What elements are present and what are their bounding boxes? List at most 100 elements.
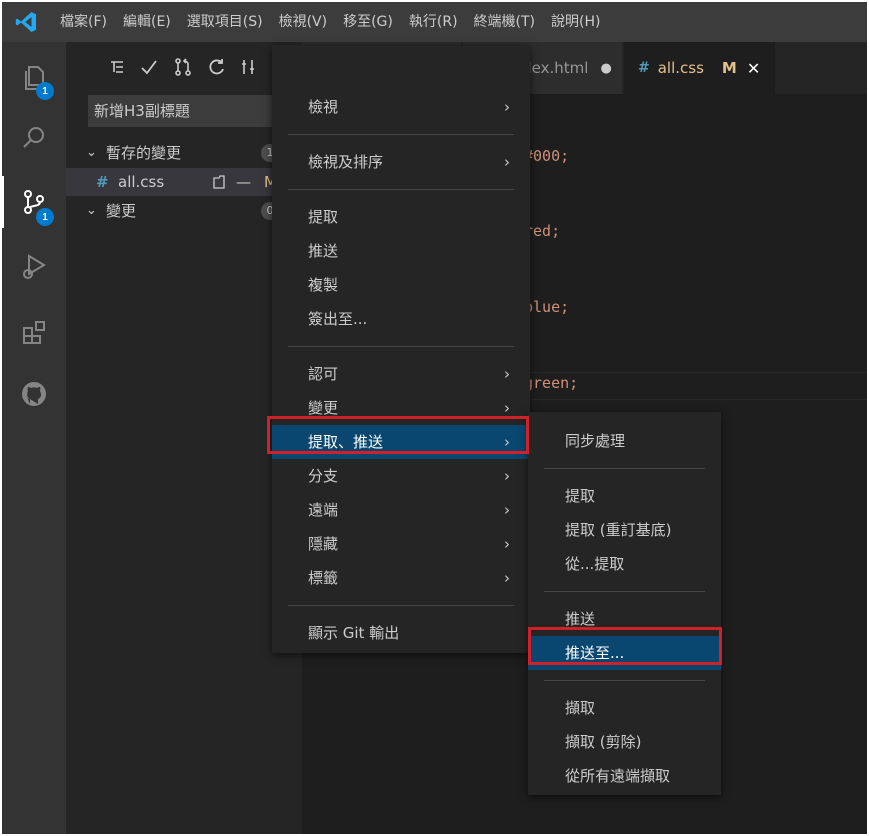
menu-item[interactable]: 提取 (528, 479, 721, 513)
chevron-right-icon: › (504, 569, 510, 587)
menu-item-label: 提取 (重訂基底) (565, 521, 672, 539)
menu-separator (544, 591, 705, 592)
menu-item[interactable]: 編輯(E) (115, 2, 179, 42)
chevron-right-icon: › (504, 365, 510, 383)
menu-item[interactable]: 複製 (272, 268, 530, 302)
menu-item[interactable]: 隱藏 › (272, 527, 530, 561)
run-debug-activity[interactable] (2, 238, 66, 294)
changes-header[interactable]: ⌄ 變更 0 (66, 197, 302, 225)
extensions-activity[interactable] (2, 304, 66, 360)
chevron-right-icon: › (504, 501, 510, 519)
explorer-badge: 1 (36, 82, 54, 100)
menu-item[interactable]: 說明(H) (543, 2, 608, 42)
search-icon (23, 127, 44, 148)
github-activity[interactable] (2, 366, 66, 422)
menu-item[interactable]: 顯示 Git 輸出 (272, 616, 530, 650)
pull-request-button[interactable] (170, 54, 196, 80)
menu-separator (288, 134, 514, 135)
changes-label: 變更 (106, 202, 137, 220)
compare-button[interactable] (236, 54, 262, 80)
check-icon (141, 60, 157, 75)
search-activity[interactable] (2, 110, 66, 166)
chevron-right-icon: › (504, 433, 510, 451)
code-value: green; (524, 374, 579, 392)
vscode-logo-icon (15, 12, 37, 32)
activity-bar: 1 1 (2, 42, 66, 834)
file-name: all.css (118, 173, 165, 191)
menu-item[interactable]: 推送 (272, 234, 530, 268)
menu-item-label: 隱藏 (308, 535, 339, 553)
menu-item[interactable]: 推送 (528, 602, 721, 636)
menu-item[interactable]: 檔案(F) (52, 2, 115, 42)
menu-item[interactable]: 從...提取 (528, 547, 721, 581)
menu-item[interactable]: 終端機(T) (466, 2, 543, 42)
source-control-sidebar: 新增H3副標題 ⌄ 暫存的變更 1 # all.css — M ⌄ 變更 0 (66, 42, 302, 834)
code-value: blue; (524, 298, 570, 316)
scm-badge: 1 (36, 208, 54, 226)
menu-item[interactable]: 檢視 › (272, 90, 530, 124)
modified-dot-icon: ● (600, 60, 612, 76)
menu-item[interactable]: 提取 (重訂基底) (528, 513, 721, 547)
menu-item[interactable]: 提取 (272, 200, 530, 234)
tab-all-css[interactable]: # all.css M ✕ (624, 42, 776, 94)
explorer-activity[interactable]: 1 (2, 50, 66, 106)
commit-button[interactable] (136, 54, 162, 80)
menu-separator (288, 189, 514, 190)
close-icon[interactable]: ✕ (747, 59, 760, 78)
menu-item[interactable]: 推送至... (528, 636, 721, 670)
menu-item[interactable]: 遠端 › (272, 493, 530, 527)
menu-item-label: 檢視 (308, 98, 339, 116)
staged-changes-label: 暫存的變更 (106, 144, 182, 162)
menu-item[interactable]: 擷取 (528, 691, 721, 725)
open-file-icon[interactable] (212, 174, 230, 190)
menu-item-label: 推送 (308, 242, 339, 260)
pull-push-submenu: 同步處理提取提取 (重訂基底) 從...提取推送 推送至... 擷取 擷取 (剪除) 從所… (528, 412, 721, 795)
vscode-window: 檔案(F) 編輯(E) 選取項目(S) 檢視(V) 移至(G) 執行(R) 終端機(T) 說明… (2, 2, 867, 834)
menu-item-label: 簽出至... (308, 310, 368, 328)
menu-item-label: 從...提取 (565, 555, 625, 573)
css-file-icon: # (638, 60, 650, 76)
menu-bar: 檔案(F) 編輯(E) 選取項目(S) 檢視(V) 移至(G) 執行(R) 終端機(T) 說明… (52, 2, 608, 42)
menu-item-label: 分支 (308, 467, 339, 485)
code-value: #000; (524, 147, 570, 165)
view-as-tree-button[interactable] (104, 54, 130, 80)
menu-separator (544, 680, 705, 681)
menu-item-label: 提取 (308, 208, 339, 226)
staged-file-row[interactable]: # all.css — M (66, 168, 302, 196)
menu-item[interactable]: 移至(G) (335, 2, 401, 42)
menu-item[interactable]: 分支 › (272, 459, 530, 493)
unstage-minus-icon[interactable]: — (236, 168, 251, 196)
menu-item[interactable]: 檢視(V) (271, 2, 336, 42)
chevron-down-icon: ⌄ (86, 203, 97, 218)
menu-item[interactable]: 擷取 (剪除) (528, 725, 721, 759)
menu-separator (544, 468, 705, 469)
github-icon (22, 382, 46, 406)
title-bar: 檔案(F) 編輯(E) 選取項目(S) 檢視(V) 移至(G) 執行(R) 終端機(T) 說明… (2, 2, 867, 42)
menu-item-label: 標籤 (308, 569, 339, 587)
menu-item[interactable]: 檢視及排序 › (272, 145, 530, 179)
chevron-right-icon: › (504, 467, 510, 485)
menu-item[interactable]: 提取、推送 › (272, 425, 530, 459)
menu-item[interactable]: 變更 › (272, 391, 530, 425)
menu-item[interactable]: 執行(R) (401, 2, 466, 42)
staged-changes-header[interactable]: ⌄ 暫存的變更 1 (66, 139, 302, 167)
menu-item-label: 提取、推送 (308, 433, 384, 451)
menu-item-label: 檢視及排序 (308, 153, 384, 171)
css-file-icon: # (96, 173, 109, 191)
menu-item[interactable]: 標籤 › (272, 561, 530, 595)
chevron-right-icon: › (504, 399, 510, 417)
menu-item[interactable]: 同步處理 (528, 424, 721, 458)
settings-sliders-icon (242, 60, 254, 74)
source-control-activity[interactable]: 1 (2, 174, 66, 230)
menu-item-label: 複製 (308, 276, 339, 294)
menu-item-label: 遠端 (308, 501, 339, 519)
menu-item[interactable]: 選取項目(S) (179, 2, 271, 42)
commit-message-input[interactable]: 新增H3副標題 (88, 95, 296, 127)
menu-item[interactable]: 從所有遠端擷取 (528, 759, 721, 793)
menu-item[interactable]: 認可 › (272, 357, 530, 391)
refresh-button[interactable] (204, 54, 230, 80)
menu-separator (288, 346, 514, 347)
menu-item[interactable]: 簽出至... (272, 302, 530, 336)
chevron-right-icon: › (504, 153, 510, 171)
scm-toolbar (66, 50, 302, 84)
